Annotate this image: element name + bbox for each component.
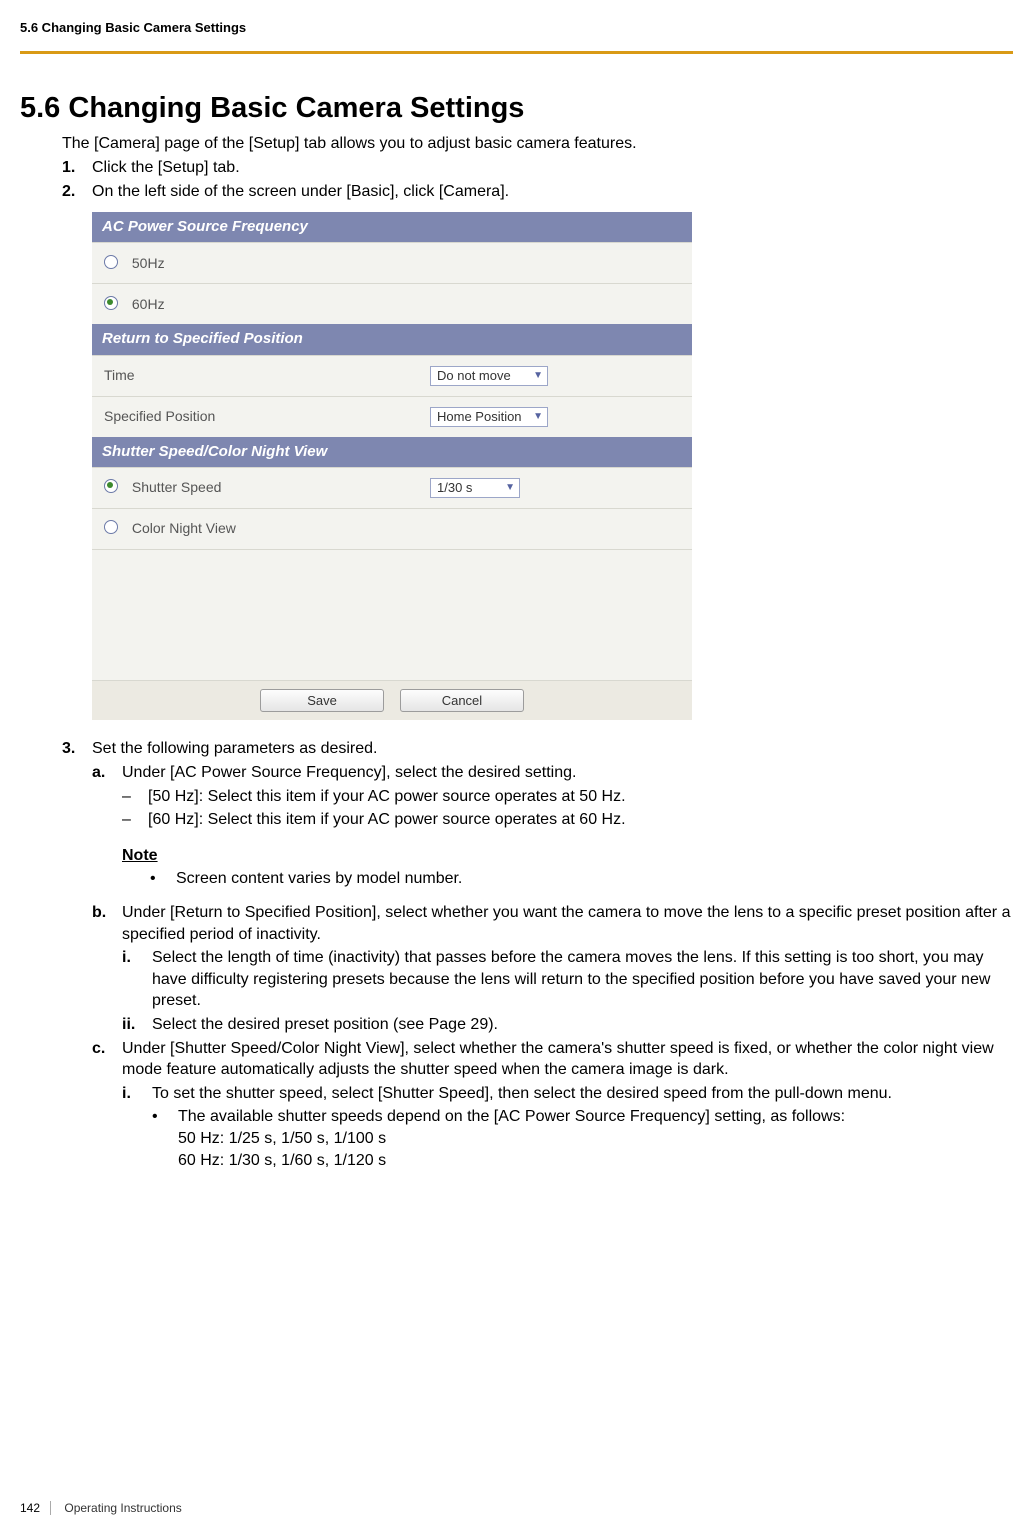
select-shutter-speed[interactable]: 1/30 s ▼ (430, 478, 520, 498)
radio-icon (104, 520, 118, 534)
running-header: 5.6 Changing Basic Camera Settings (20, 20, 1013, 41)
label-specified-position: Specified Position (104, 407, 430, 426)
step-3c-i-bullet: The available shutter speeds depend on t… (152, 1106, 1013, 1171)
page-number: 142 (20, 1501, 51, 1515)
radio-label-shutter: Shutter Speed (132, 479, 222, 495)
step-3: Set the following parameters as desired.… (62, 738, 1013, 1171)
step-3-text: Set the following parameters as desired. (92, 740, 377, 757)
panel-spacer (92, 549, 692, 680)
step-3a-text: Under [AC Power Source Frequency], selec… (122, 764, 576, 781)
note-bullet-1: Screen content varies by model number. (150, 868, 1013, 890)
step-3b-text: Under [Return to Specified Position], se… (122, 904, 1010, 943)
radio-label-night: Color Night View (132, 520, 236, 536)
select-time[interactable]: Do not move ▼ (430, 366, 548, 386)
radio-label-50hz: 50Hz (132, 255, 165, 271)
intro-paragraph: The [Camera] page of the [Setup] tab all… (62, 135, 1013, 153)
panel-button-bar: Save Cancel (92, 680, 692, 721)
step-3c-i-bullet-text: The available shutter speeds depend on t… (178, 1108, 845, 1125)
panel-header-ac-power: AC Power Source Frequency (92, 212, 692, 242)
note-heading: Note (122, 845, 1013, 867)
step-3a-dash2: [60 Hz]: Select this item if your AC pow… (122, 809, 1013, 831)
step-3a: Under [AC Power Source Frequency], selec… (92, 762, 1013, 890)
select-shutter-speed-value: 1/30 s (437, 479, 472, 497)
cancel-button[interactable]: Cancel (400, 689, 524, 713)
label-time: Time (104, 366, 430, 385)
radio-row-50hz[interactable]: 50Hz (92, 242, 692, 283)
panel-header-shutter: Shutter Speed/Color Night View (92, 437, 692, 467)
radio-icon (104, 255, 118, 269)
section-title: 5.6 Changing Basic Camera Settings (20, 92, 1013, 125)
step-3b-ii: Select the desired preset position (see … (122, 1014, 1013, 1036)
radio-icon-selected (104, 479, 118, 493)
chevron-down-icon: ▼ (505, 481, 515, 495)
chevron-down-icon: ▼ (533, 410, 543, 424)
radio-row-color-night-view[interactable]: Color Night View (92, 508, 692, 549)
step-3c-i: To set the shutter speed, select [Shutte… (122, 1083, 1013, 1171)
chevron-down-icon: ▼ (533, 369, 543, 383)
step-3c-i-text: To set the shutter speed, select [Shutte… (152, 1085, 892, 1102)
select-time-value: Do not move (437, 367, 511, 385)
radio-row-60hz[interactable]: 60Hz (92, 283, 692, 324)
step-2-text: On the left side of the screen under [Ba… (92, 183, 509, 200)
step-2: On the left side of the screen under [Ba… (62, 181, 1013, 721)
step-3a-dash1: [50 Hz]: Select this item if your AC pow… (122, 786, 1013, 808)
doc-title: Operating Instructions (64, 1501, 181, 1515)
step-3b-i: Select the length of time (inactivity) t… (122, 947, 1013, 1012)
header-divider (20, 41, 1013, 54)
select-specified-position[interactable]: Home Position ▼ (430, 407, 548, 427)
step-3c: Under [Shutter Speed/Color Night View], … (92, 1038, 1013, 1172)
radio-label-60hz: 60Hz (132, 296, 165, 312)
page-footer: 142 Operating Instructions (20, 1501, 182, 1515)
radio-row-shutter-speed[interactable]: Shutter Speed 1/30 s ▼ (92, 467, 692, 508)
camera-settings-panel: AC Power Source Frequency 50Hz 60Hz (92, 212, 692, 720)
shutter-60hz-line: 60 Hz: 1/30 s, 1/60 s, 1/120 s (178, 1150, 1013, 1172)
panel-header-return-position: Return to Specified Position (92, 324, 692, 354)
step-1: Click the [Setup] tab. (62, 157, 1013, 179)
step-3b: Under [Return to Specified Position], se… (92, 902, 1013, 1036)
shutter-50hz-line: 50 Hz: 1/25 s, 1/50 s, 1/100 s (178, 1128, 1013, 1150)
step-3c-text: Under [Shutter Speed/Color Night View], … (122, 1040, 994, 1079)
save-button[interactable]: Save (260, 689, 384, 713)
radio-icon-selected (104, 296, 118, 310)
select-specified-position-value: Home Position (437, 408, 522, 426)
